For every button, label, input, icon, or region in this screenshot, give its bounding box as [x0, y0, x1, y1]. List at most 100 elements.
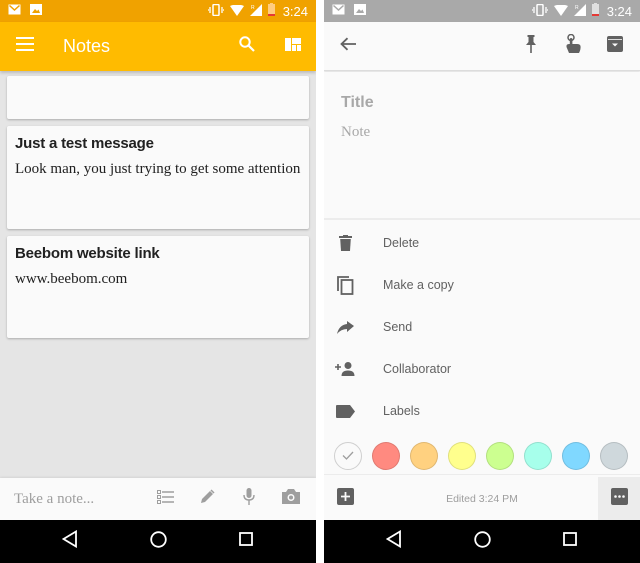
label-icon: [324, 404, 366, 418]
note-editor-screen: R 3:24 Title Note Delete Make a copy Sen…: [324, 0, 640, 563]
menu-button[interactable]: [0, 22, 50, 71]
nav-bar: [324, 520, 640, 563]
menu-item-label: Collaborator: [383, 362, 452, 376]
layout-toggle-button[interactable]: [270, 22, 316, 71]
note-card[interactable]: Just a test message Look man, you just t…: [7, 126, 309, 229]
note-body: www.beebom.com: [15, 271, 128, 287]
edited-timestamp: Edited 3:24 PM: [446, 492, 518, 505]
gmail-icon: [8, 2, 21, 20]
color-swatch-white[interactable]: [334, 441, 362, 470]
archive-button[interactable]: [594, 22, 636, 70]
nav-bar: [0, 520, 316, 563]
color-swatch-red[interactable]: [372, 441, 400, 470]
menu-item-label: Labels: [383, 404, 420, 418]
search-button[interactable]: [224, 22, 270, 71]
note-card[interactable]: [7, 76, 309, 119]
gmail-icon: [332, 2, 345, 20]
take-note-input[interactable]: Take a note...: [14, 491, 94, 508]
trash-icon: [324, 235, 366, 251]
home-icon: [149, 530, 167, 553]
image-icon: [30, 2, 42, 20]
back-icon: [61, 529, 78, 553]
editor-toolbar: [324, 22, 640, 71]
notes-list-screen: R 3:24 Notes Just a test message Look ma…: [0, 0, 316, 563]
new-drawing-button[interactable]: [186, 478, 228, 520]
nav-home-button[interactable]: [114, 520, 202, 563]
archive-icon: [607, 35, 623, 57]
reminder-touch-icon: [564, 33, 582, 59]
svg-text:R: R: [575, 5, 579, 11]
status-time: 3:24: [606, 3, 632, 19]
note-title: Beebom website link: [15, 245, 160, 262]
status-bar: R 3:24: [324, 0, 640, 22]
svg-text:R: R: [251, 5, 255, 11]
back-arrow-icon: [340, 37, 356, 56]
check-icon: [342, 447, 354, 465]
copy-icon: [324, 275, 366, 295]
menu-item-delete[interactable]: Delete: [324, 222, 640, 264]
color-swatch-green[interactable]: [486, 441, 514, 470]
camera-icon: [282, 489, 300, 509]
color-swatch-blue[interactable]: [562, 441, 590, 470]
note-input[interactable]: Note: [341, 124, 623, 141]
more-options-icon: [610, 487, 628, 510]
pen-icon: [199, 488, 215, 510]
signal-roaming-icon: R: [573, 3, 586, 19]
pin-button[interactable]: [510, 22, 552, 70]
nav-recents-button[interactable]: [526, 520, 614, 563]
menu-item-labels[interactable]: Labels: [324, 390, 640, 432]
menu-item-send[interactable]: Send: [324, 306, 640, 348]
add-content-button[interactable]: [324, 477, 366, 520]
mic-icon: [243, 488, 255, 510]
recents-icon: [563, 532, 577, 551]
nav-recents-button[interactable]: [202, 520, 290, 563]
nav-back-button[interactable]: [350, 520, 438, 563]
layout-toggle-icon: [285, 37, 301, 56]
note-card[interactable]: Beebom website link www.beebom.com: [7, 236, 309, 338]
reminder-button[interactable]: [552, 22, 594, 70]
send-icon: [324, 320, 366, 334]
app-bar: Notes: [0, 22, 316, 71]
nav-back-button[interactable]: [26, 520, 114, 563]
note-body: Look man, you just trying to get some at…: [15, 161, 301, 177]
vibrate-icon: [531, 3, 549, 19]
menu-item-label: Make a copy: [383, 278, 454, 292]
search-icon: [239, 36, 255, 57]
add-person-icon: [324, 362, 366, 376]
voice-note-button[interactable]: [228, 478, 270, 520]
note-options-menu: Delete Make a copy Send Collaborator Lab…: [324, 222, 640, 432]
menu-icon: [16, 37, 34, 56]
note-editor: Title Note: [324, 72, 640, 220]
menu-item-make-a-copy[interactable]: Make a copy: [324, 264, 640, 306]
nav-home-button[interactable]: [438, 520, 526, 563]
new-list-button[interactable]: [144, 478, 186, 520]
app-title: Notes: [63, 36, 111, 56]
take-note-bar: Take a note...: [0, 478, 316, 520]
add-box-icon: [336, 487, 354, 510]
note-title: Just a test message: [15, 135, 154, 152]
back-button[interactable]: [324, 22, 372, 70]
back-icon: [385, 529, 402, 553]
battery-low-icon: [267, 3, 275, 19]
menu-item-collaborator[interactable]: Collaborator: [324, 348, 640, 390]
recents-icon: [239, 532, 253, 551]
battery-low-icon: [591, 3, 599, 19]
status-time: 3:24: [282, 3, 308, 19]
menu-item-label: Send: [383, 320, 413, 334]
color-swatch-yellow[interactable]: [448, 441, 476, 470]
editor-footer: Edited 3:24 PM: [324, 477, 640, 520]
pin-icon: [525, 34, 537, 58]
vibrate-icon: [207, 3, 225, 19]
color-swatch-orange[interactable]: [410, 441, 438, 470]
color-swatch-teal[interactable]: [524, 441, 552, 470]
color-swatch-gray[interactable]: [600, 441, 628, 470]
color-picker: [324, 437, 640, 475]
more-options-button[interactable]: [598, 477, 640, 520]
status-bar: R 3:24: [0, 0, 316, 22]
photo-note-button[interactable]: [270, 478, 312, 520]
menu-item-label: Delete: [383, 236, 420, 250]
title-input[interactable]: Title: [341, 94, 623, 112]
checklist-icon: [156, 489, 174, 509]
home-icon: [473, 530, 491, 553]
wifi-icon: [229, 4, 244, 19]
